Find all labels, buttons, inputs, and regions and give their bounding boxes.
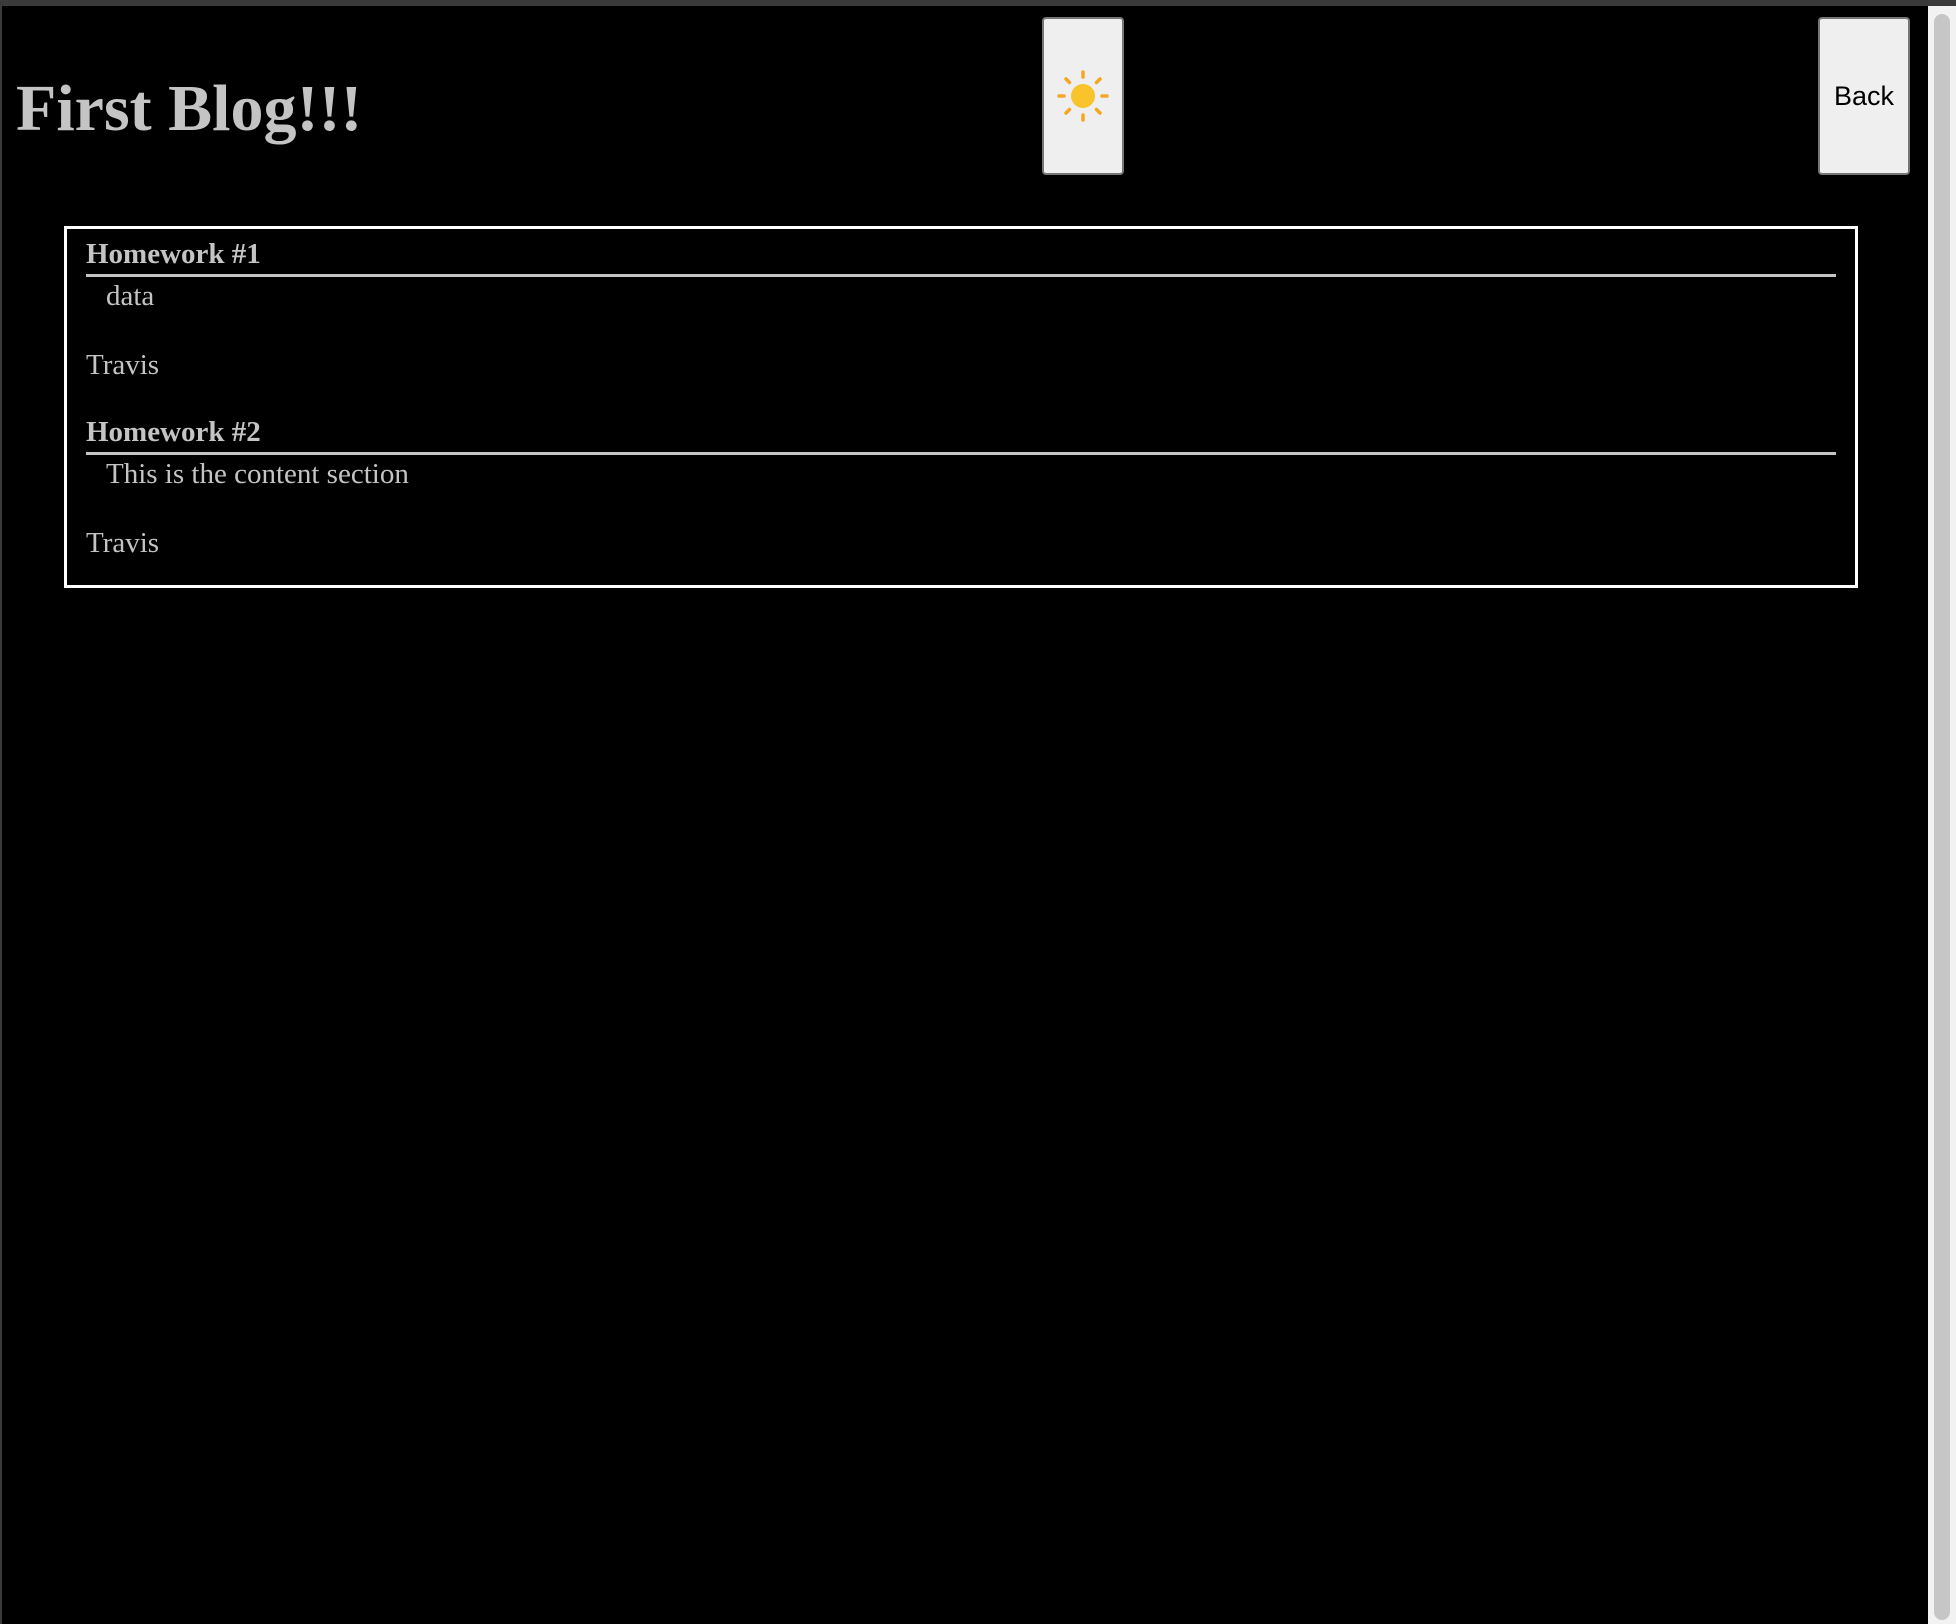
sun-icon [1057,70,1109,122]
post-title: Homework #1 [86,238,261,270]
post-content: data [106,280,155,312]
post-title: Homework #2 [86,416,261,448]
blog-posts-container: Homework #1 data Travis Homework #2 This… [64,226,1858,588]
page-title: First Blog!!! [16,72,363,145]
back-button[interactable]: Back [1818,17,1910,175]
post-content: This is the content section [106,458,409,490]
scrollbar-thumb[interactable] [1934,14,1950,1620]
post-author: Travis [86,527,160,559]
theme-toggle-button[interactable] [1042,17,1124,175]
post-author: Travis [86,349,160,381]
post-divider [86,274,1836,277]
